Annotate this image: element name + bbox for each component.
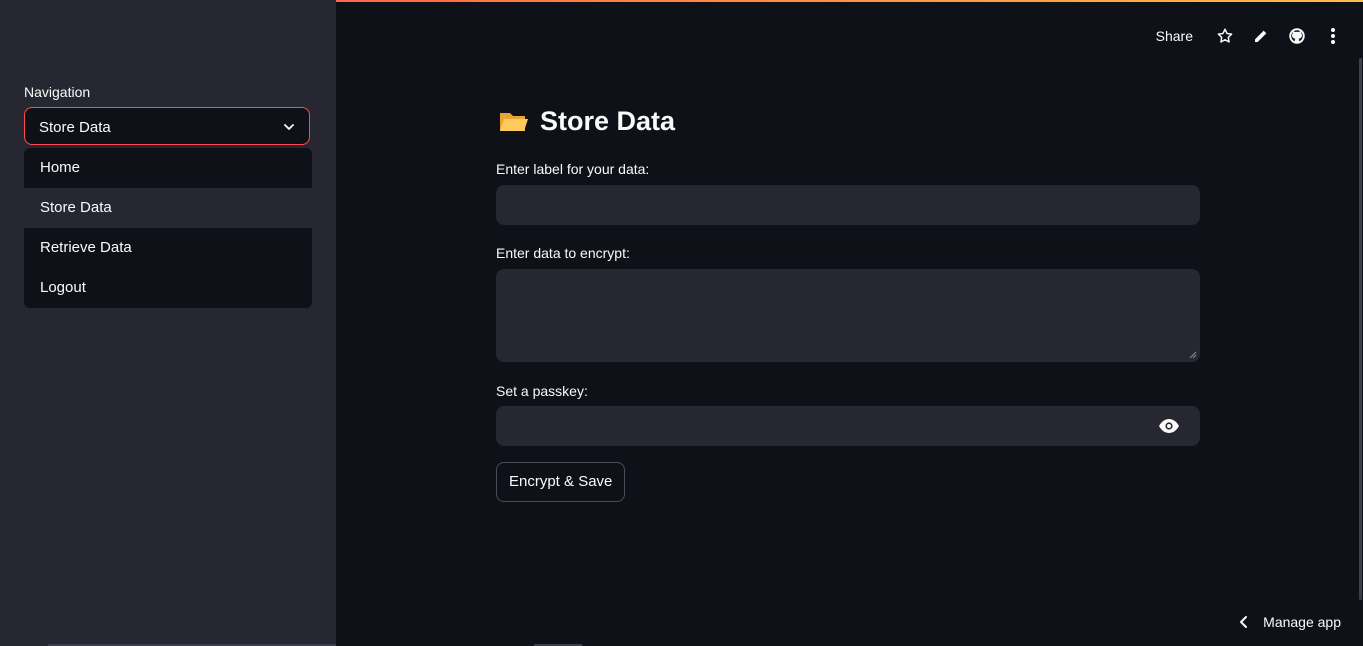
label-field-label: Enter label for your data: [496,161,650,177]
menu-item-logout[interactable]: Logout [24,268,312,308]
pencil-icon[interactable] [1251,26,1271,46]
more-vertical-icon[interactable] [1323,26,1343,46]
share-button[interactable]: Share [1156,28,1193,44]
resize-handle-icon[interactable] [1189,351,1197,359]
github-icon[interactable] [1287,26,1307,46]
encrypt-save-button[interactable]: Encrypt & Save [496,462,626,502]
navigation-label: Navigation [24,84,91,100]
top-toolbar: Share [1156,22,1343,50]
data-textarea[interactable] [496,269,1200,362]
menu-item-retrieve-data[interactable]: Retrieve Data [24,228,312,268]
data-field-label: Enter data to encrypt: [496,245,630,261]
manage-app-button[interactable]: Manage app [1239,614,1341,630]
navigation-dropdown-menu: Home Store Data Retrieve Data Logout [24,148,312,308]
menu-item-store-data[interactable]: Store Data [24,188,312,228]
navigation-select[interactable]: Store Data [24,107,310,145]
star-icon[interactable] [1215,26,1235,46]
chevron-left-icon [1240,616,1248,628]
chevron-down-icon [284,124,294,130]
page-title-text: Store Data [540,106,676,136]
scrollbar[interactable] [1359,58,1362,600]
menu-item-home[interactable]: Home [24,148,312,188]
manage-app-label: Manage app [1263,614,1341,630]
sidebar: Navigation Store Data Home Store Data Re… [0,0,336,646]
folder-icon [500,112,528,131]
passkey-field-label: Set a passkey: [496,383,588,399]
navigation-select-value: Store Data [39,119,111,136]
page-title: Store Data [496,106,675,137]
label-input[interactable] [496,185,1200,225]
passkey-input[interactable] [496,406,1200,446]
eye-icon[interactable] [1158,418,1180,434]
